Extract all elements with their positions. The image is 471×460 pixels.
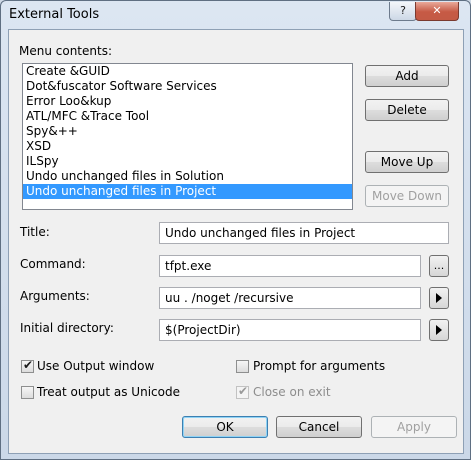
list-item[interactable]: Error Loo&kup (23, 94, 352, 109)
close-on-exit-label: Close on exit (253, 385, 331, 399)
delete-button[interactable]: Delete (365, 99, 449, 121)
ok-button[interactable]: OK (182, 416, 268, 438)
browse-command-button[interactable]: ... (429, 255, 449, 277)
title-field[interactable]: Undo unchanged files in Project (159, 222, 449, 244)
use-output-label: Use Output window (37, 359, 155, 373)
initial-directory-menu-button[interactable] (429, 319, 449, 341)
initial-directory-field[interactable]: $(ProjectDir) (159, 319, 421, 341)
list-item[interactable]: ATL/MFC &Trace Tool (23, 109, 352, 124)
arguments-field[interactable]: uu . /noget /recursive (159, 287, 421, 309)
menu-contents-label: Menu contents: (19, 44, 112, 58)
check-icon: ✔ (23, 358, 34, 372)
unicode-checkbox[interactable] (21, 386, 34, 399)
list-item[interactable]: Dot&fuscator Software Services (23, 79, 352, 94)
list-item[interactable]: ILSpy (23, 154, 352, 169)
apply-button[interactable]: Apply (371, 416, 457, 438)
title-label: Title: (20, 225, 50, 239)
cancel-button[interactable]: Cancel (276, 416, 362, 438)
prompt-args-checkbox[interactable] (236, 360, 249, 373)
check-icon: ✔ (238, 384, 249, 398)
help-button[interactable]: ? (389, 2, 417, 21)
command-label: Command: (20, 257, 86, 271)
add-button[interactable]: Add (365, 65, 449, 87)
window-title: External Tools (9, 7, 100, 22)
list-item[interactable]: Spy&++ (23, 124, 352, 139)
menu-contents-list[interactable]: Create &GUID Dot&fuscator Software Servic… (22, 63, 353, 210)
list-item[interactable]: Undo unchanged files in Project (23, 184, 352, 199)
close-button[interactable]: ✕ (415, 2, 459, 21)
arguments-menu-button[interactable] (429, 287, 449, 309)
external-tools-dialog: External Tools ? ✕ Menu contents: Create… (0, 0, 471, 460)
list-item[interactable]: Create &GUID (23, 64, 352, 79)
command-field[interactable]: tfpt.exe (159, 255, 421, 277)
move-down-button[interactable]: Move Down (365, 185, 449, 207)
arguments-label: Arguments: (20, 289, 90, 303)
list-item[interactable]: Undo unchanged files in Solution (23, 169, 352, 184)
dialog-body: Menu contents: Create &GUID Dot&fuscator … (8, 29, 464, 454)
move-up-button[interactable]: Move Up (365, 151, 449, 173)
initial-directory-label: Initial directory: (20, 321, 114, 335)
arrow-right-icon (436, 325, 442, 335)
title-bar[interactable]: External Tools ? ✕ (1, 1, 470, 29)
prompt-args-label: Prompt for arguments (253, 359, 386, 373)
arrow-right-icon (436, 293, 442, 303)
close-on-exit-checkbox[interactable]: ✔ (236, 384, 249, 399)
use-output-checkbox[interactable]: ✔ (21, 358, 34, 373)
unicode-label: Treat output as Unicode (37, 385, 180, 399)
list-item[interactable]: XSD (23, 139, 352, 154)
